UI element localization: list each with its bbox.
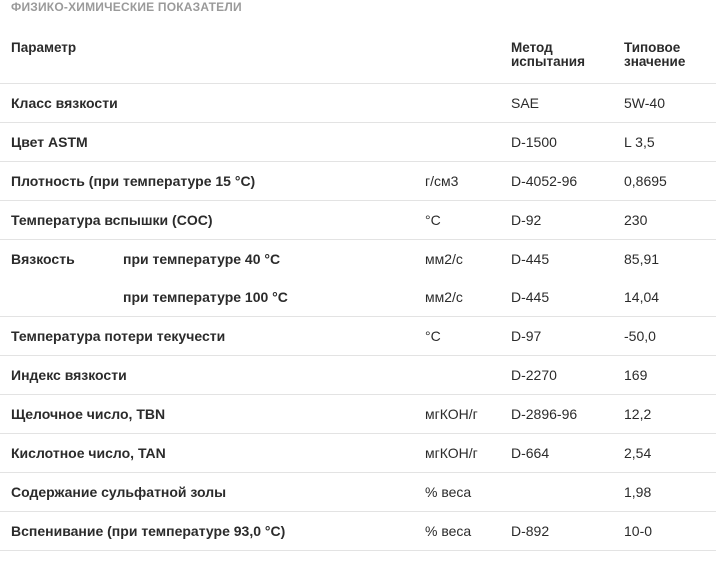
row-method: D-4052-96 xyxy=(511,173,578,189)
row-unit: мгКОН/г xyxy=(425,406,478,422)
row-param: Кислотное число, TAN xyxy=(11,445,166,461)
row-param: Плотность (при температуре 15 °С) xyxy=(11,173,256,189)
row-subparam: при температуре 100 °С xyxy=(123,289,288,305)
row-param: Класс вязкости xyxy=(11,95,118,111)
row-value: 10-0 xyxy=(624,523,653,539)
row-subparam: при температуре 40 °С xyxy=(123,251,281,267)
table-row: Температура потери текучести °С D-97 -50… xyxy=(0,317,716,356)
table-row: Вспенивание (при температуре 93,0 °С) % … xyxy=(0,512,716,551)
header-value-line2: значение xyxy=(624,54,686,69)
table-row: Температура вспышки (COC) °С D-92 230 xyxy=(0,201,716,240)
row-value: 14,04 xyxy=(624,289,660,305)
row-value: 85,91 xyxy=(624,251,660,267)
row-value: 230 xyxy=(624,212,648,228)
row-param: Индекс вязкости xyxy=(11,367,127,383)
row-unit: мм2/с xyxy=(425,251,463,267)
table-row: Вязкость при температуре 40 °С мм2/с D-4… xyxy=(0,240,716,278)
header-method-line2: испытания xyxy=(511,54,585,69)
section-title: ФИЗИКО-ХИМИЧЕСКИЕ ПОКАЗАТЕЛИ xyxy=(11,0,242,14)
row-method: D-664 xyxy=(511,445,550,461)
table-row: Индекс вязкости D-2270 169 xyxy=(0,356,716,395)
row-value: 2,54 xyxy=(624,445,652,461)
row-method: D-2270 xyxy=(511,367,557,383)
row-param: Вязкость xyxy=(11,251,75,267)
row-unit: % веса xyxy=(425,484,472,500)
table-header: Параметр Метод испытания Типовое значени… xyxy=(0,32,716,84)
table-row: при температуре 100 °С мм2/с D-445 14,04 xyxy=(0,278,716,317)
row-method: D-92 xyxy=(511,212,542,228)
row-param: Температура вспышки (COC) xyxy=(11,212,213,228)
header-value: Типовое значение xyxy=(624,41,685,69)
row-method: D-892 xyxy=(511,523,550,539)
row-unit: мм2/с xyxy=(425,289,463,305)
header-value-line1: Типовое xyxy=(624,40,681,55)
row-param: Вспенивание (при температуре 93,0 °С) xyxy=(11,523,286,539)
table-row: Щелочное число, TBN мгКОН/г D-2896-96 12… xyxy=(0,395,716,434)
row-value: 12,2 xyxy=(624,406,652,422)
header-param: Параметр xyxy=(11,40,77,55)
row-method: D-1500 xyxy=(511,134,557,150)
table-row: Кислотное число, TAN мгКОН/г D-664 2,54 xyxy=(0,434,716,473)
row-value: 1,98 xyxy=(624,484,652,500)
row-unit: г/см3 xyxy=(425,173,459,189)
table-row: Содержание сульфатной золы % веса 1,98 xyxy=(0,473,716,512)
row-unit: °С xyxy=(425,328,441,344)
row-param: Температура потери текучести xyxy=(11,328,226,344)
row-value: 169 xyxy=(624,367,648,383)
header-method-line1: Метод xyxy=(511,40,553,55)
table-row: Плотность (при температуре 15 °С) г/см3 … xyxy=(0,162,716,201)
row-unit: °С xyxy=(425,212,441,228)
table-row: Цвет ASTM D-1500 L 3,5 xyxy=(0,123,716,162)
row-param: Содержание сульфатной золы xyxy=(11,484,227,500)
table-row: Класс вязкости SAE 5W-40 xyxy=(0,84,716,123)
row-value: -50,0 xyxy=(624,328,656,344)
row-value: 5W-40 xyxy=(624,95,665,111)
row-method: D-445 xyxy=(511,251,550,267)
properties-table: Параметр Метод испытания Типовое значени… xyxy=(0,32,716,551)
row-value: L 3,5 xyxy=(624,134,655,150)
row-unit: % веса xyxy=(425,523,472,539)
header-method: Метод испытания xyxy=(511,41,585,69)
row-method: D-445 xyxy=(511,289,550,305)
row-param: Щелочное число, TBN xyxy=(11,406,166,422)
row-param: Цвет ASTM xyxy=(11,134,88,150)
row-value: 0,8695 xyxy=(624,173,667,189)
row-method: D-2896-96 xyxy=(511,406,578,422)
row-method: D-97 xyxy=(511,328,542,344)
row-unit: мгКОН/г xyxy=(425,445,478,461)
row-method: SAE xyxy=(511,95,540,111)
